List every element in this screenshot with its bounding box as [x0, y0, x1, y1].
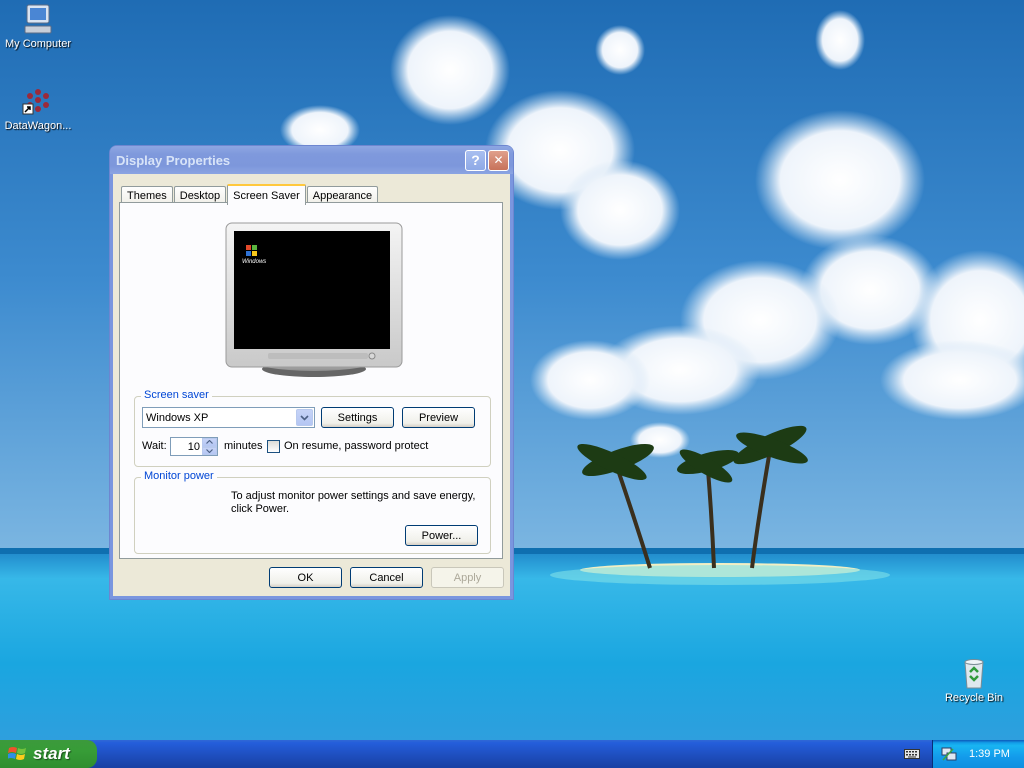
monitor-power-group: Monitor power To adjust monitor power se…: [134, 470, 491, 554]
help-button[interactable]: ?: [465, 149, 486, 171]
tab-label: Appearance: [312, 189, 373, 202]
screen-saver-select[interactable]: Windows XP: [142, 407, 315, 428]
windows-logo-icon: [8, 747, 26, 760]
start-label: start: [33, 744, 70, 763]
tab-screen-saver[interactable]: Screen Saver: [227, 184, 306, 205]
my-computer-icon: [24, 4, 52, 34]
settings-button-label: Settings: [337, 411, 378, 424]
screen-saver-group: Screen saver Windows XP Settings Preview…: [134, 389, 491, 467]
desktop-icon-my-computer[interactable]: My Computer: [0, 2, 80, 50]
close-button[interactable]: ✕: [488, 149, 509, 171]
taskbar: start 1:39 PM: [0, 740, 1024, 768]
start-button[interactable]: start: [0, 740, 97, 768]
window-title: Display Properties: [116, 152, 231, 168]
power-button[interactable]: Power...: [405, 525, 478, 546]
desktop-icon-label: DataWagon...: [4, 120, 72, 132]
desktop-icon-label: Recycle Bin: [944, 692, 1004, 704]
preview-button-label: Preview: [418, 411, 459, 424]
settings-button[interactable]: Settings: [321, 407, 394, 428]
recycle-bin-icon: [964, 659, 984, 689]
clock[interactable]: 1:39 PM: [969, 748, 1010, 760]
monitor-power-description: To adjust monitor power settings and sav…: [231, 490, 476, 515]
monitor-icon: Windows: [225, 222, 403, 377]
screen-saver-group-label: Screen saver: [141, 389, 212, 401]
monitor-power-group-label: Monitor power: [141, 470, 217, 482]
apply-button[interactable]: Apply: [431, 567, 504, 588]
power-button-label: Power...: [421, 529, 462, 542]
desktop-icon-datawagon[interactable]: DataWagon...: [0, 84, 80, 132]
preview-logo-text: Windows: [242, 259, 266, 265]
password-protect-checkbox[interactable]: [267, 440, 280, 453]
tab-label: Themes: [127, 189, 167, 202]
display-properties-window: Display Properties ? ✕ Themes Desktop Sc…: [110, 146, 513, 599]
screen-saver-selected: Windows XP: [146, 411, 209, 424]
wait-label: Wait:: [142, 440, 167, 452]
ok-button[interactable]: OK: [269, 567, 342, 588]
tab-strip: Themes Desktop Screen Saver Appearance: [121, 182, 379, 205]
close-icon: ✕: [493, 153, 504, 167]
apply-button-label: Apply: [453, 571, 482, 584]
stepper-up-icon[interactable]: [202, 438, 217, 447]
stepper-arrows: [202, 438, 217, 455]
desktop-icon-recycle-bin[interactable]: Recycle Bin: [932, 656, 1016, 704]
network-icon[interactable]: [941, 746, 957, 762]
minutes-label: minutes: [224, 440, 263, 452]
wait-stepper[interactable]: 10: [170, 437, 218, 456]
preview-button[interactable]: Preview: [402, 407, 475, 428]
datawagon-icon: [22, 89, 49, 115]
desktop-icon-label: My Computer: [4, 38, 72, 50]
cancel-button[interactable]: Cancel: [350, 567, 423, 588]
keyboard-icon[interactable]: [904, 746, 920, 760]
ok-button-label: OK: [297, 571, 314, 584]
wait-value: 10: [187, 440, 200, 453]
help-icon: ?: [471, 152, 480, 168]
cancel-button-label: Cancel: [369, 571, 404, 584]
stepper-down-icon[interactable]: [202, 446, 217, 455]
system-tray: 1:39 PM: [932, 740, 1024, 768]
screen-saver-panel: Windows Screen saver Windows XP Settings…: [119, 202, 503, 559]
window-client-area: Themes Desktop Screen Saver Appearance W…: [113, 174, 510, 596]
monitor-preview: Windows: [224, 221, 404, 381]
password-protect-label: On resume, password protect: [284, 440, 429, 452]
tab-label: Desktop: [179, 189, 221, 202]
window-titlebar[interactable]: Display Properties ? ✕: [110, 146, 513, 174]
chevron-down-icon: [296, 409, 313, 426]
tab-label: Screen Saver: [233, 189, 300, 202]
